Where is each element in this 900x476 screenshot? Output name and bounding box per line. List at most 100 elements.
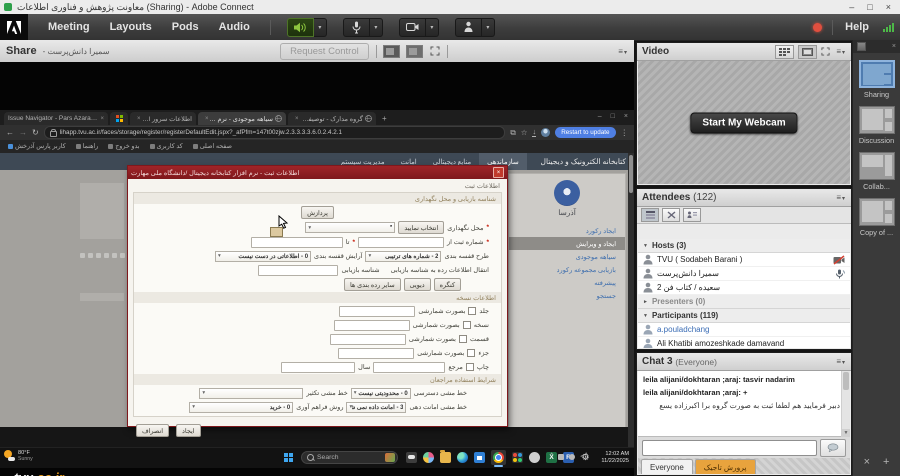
chrome-icon[interactable] xyxy=(493,452,504,463)
status-view-icon[interactable] xyxy=(683,208,701,222)
layout-thumbnail-collaboration[interactable] xyxy=(859,152,895,180)
menu-create-edit[interactable]: ایجاد و ویرایش xyxy=(509,237,625,250)
start-button-icon[interactable] xyxy=(284,453,293,462)
translate-icon[interactable]: ⧉ xyxy=(510,129,515,137)
menu-audio[interactable]: Audio xyxy=(219,21,250,33)
copy-policy-select[interactable]: ▾ xyxy=(199,388,303,399)
taskbar-clock[interactable]: 12:02 AM 11/22/2025 xyxy=(601,451,629,465)
close-icon[interactable]: × xyxy=(886,0,891,14)
browser-tab[interactable]: اطلاعات سرور portal× xyxy=(130,112,196,125)
microphone-dropdown-icon[interactable]: ▾ xyxy=(370,18,383,37)
year-input[interactable] xyxy=(281,362,355,373)
speaker-icon[interactable] xyxy=(287,18,314,37)
connection-signal-icon[interactable] xyxy=(883,23,894,32)
forward-icon[interactable]: → xyxy=(19,129,27,137)
file-explorer-icon[interactable] xyxy=(440,452,451,463)
colorful-app-icon[interactable] xyxy=(512,452,523,463)
tray-app-icon[interactable] xyxy=(558,454,564,460)
participants-section-header[interactable]: ▼ Participants (119) xyxy=(638,309,850,323)
tab-close-icon[interactable]: × xyxy=(205,116,209,122)
dialog-close-icon[interactable]: × xyxy=(493,167,504,178)
delete-layout-icon[interactable]: × xyxy=(864,456,870,468)
layout-thumbnail-copy[interactable] xyxy=(859,198,895,226)
browser-tab[interactable]: Issue Navigator - Pars Azarakh...× xyxy=(4,112,108,125)
help-menu[interactable]: Help xyxy=(845,21,869,33)
menu-inventory[interactable]: سیاهه موجودی xyxy=(509,250,625,263)
sidebar-close-icon[interactable]: × xyxy=(892,43,896,50)
location-select[interactable]: *▾ xyxy=(305,222,395,233)
filmstrip-view-icon[interactable] xyxy=(775,45,794,59)
share-pod-menu-icon[interactable]: ≡▾ xyxy=(618,47,628,56)
attendee-row[interactable]: سعیده / کتاب فن 2 xyxy=(638,281,850,295)
pinned-tab[interactable] xyxy=(110,112,128,125)
copy-input[interactable] xyxy=(334,320,410,331)
microphone-icon[interactable] xyxy=(343,18,370,37)
retrieval-id-input[interactable] xyxy=(258,265,338,276)
bookmark-item[interactable]: راهنما xyxy=(76,143,99,150)
copy-count-checkbox[interactable] xyxy=(463,321,471,329)
dewey-button[interactable]: دیویی xyxy=(404,278,431,291)
menu-layouts[interactable]: Layouts xyxy=(110,21,152,33)
webcam-icon[interactable] xyxy=(399,18,426,37)
layouts-panel-icon[interactable] xyxy=(857,42,866,51)
favorite-star-icon[interactable]: ☆ xyxy=(521,129,528,137)
shelf-plan-select[interactable]: 2 - شماره های ترتیبی▾ xyxy=(365,251,441,262)
url-text[interactable]: lihapp.tvu.ac.ir/faces/storage/register/… xyxy=(60,129,342,136)
start-webcam-button[interactable]: Start My Webcam xyxy=(690,112,797,133)
chat-scrollbar[interactable]: ▼ xyxy=(841,371,850,437)
browser-tab[interactable]: گروه مدارک - توصیفگر - حساب...× xyxy=(288,112,376,125)
breakout-view-icon[interactable] xyxy=(662,208,680,222)
tray-app-icon[interactable] xyxy=(569,454,575,460)
piece-count-checkbox[interactable] xyxy=(467,349,475,357)
send-message-button[interactable] xyxy=(820,439,846,457)
process-button[interactable]: پردازش xyxy=(301,206,334,219)
downloads-icon[interactable]: ↓ xyxy=(532,128,536,137)
volume-input[interactable] xyxy=(339,306,415,317)
browser-tab-active[interactable]: سیاهه موجودی - نرم افزار کتابخا...× xyxy=(198,112,286,125)
tab-close-icon[interactable]: × xyxy=(100,116,104,122)
acquisition-select[interactable]: 0 - خرید▾ xyxy=(189,402,293,413)
register-to-input[interactable] xyxy=(251,237,343,248)
menu-meeting[interactable]: Meeting xyxy=(48,21,90,33)
volume-count-checkbox[interactable] xyxy=(468,307,476,315)
add-layout-icon[interactable]: + xyxy=(883,456,889,468)
raise-hand-icon[interactable] xyxy=(455,18,482,37)
minimize-icon[interactable]: – xyxy=(598,113,602,120)
teams-chat-icon[interactable] xyxy=(406,452,417,463)
tab-close-icon[interactable]: × xyxy=(137,116,141,122)
tab-close-icon[interactable]: × xyxy=(295,116,299,122)
taskbar-weather[interactable]: 80°F Sunny xyxy=(4,450,33,462)
layout-thumbnail-discussion[interactable] xyxy=(859,106,895,134)
single-view-icon[interactable] xyxy=(798,45,817,59)
create-button[interactable]: ایجاد xyxy=(176,424,200,437)
bookmark-item[interactable]: کاربر پارس آذرخش xyxy=(8,143,66,150)
bookmark-item[interactable]: بدو خروج xyxy=(108,143,139,150)
part-count-checkbox[interactable] xyxy=(459,335,467,343)
close-icon[interactable]: × xyxy=(624,113,628,120)
attendees-pod-menu-icon[interactable]: ≡▾ xyxy=(836,193,846,202)
edge-icon[interactable] xyxy=(457,452,468,463)
gray-app-icon[interactable] xyxy=(529,452,540,463)
back-icon[interactable]: ← xyxy=(6,129,14,137)
speaker-dropdown-icon[interactable]: ▾ xyxy=(314,18,327,37)
register-from-input[interactable] xyxy=(358,237,444,248)
menu-retrieve-set[interactable]: بازیابی مجموعه رکورد xyxy=(509,263,625,276)
maximize-icon[interactable]: □ xyxy=(867,0,872,14)
reference-checkbox[interactable] xyxy=(466,363,474,371)
status-dropdown-icon[interactable]: ▾ xyxy=(482,18,495,37)
chat-tab-private[interactable]: پرورش تاجیک xyxy=(695,459,756,474)
layout-thumbnail-sharing[interactable] xyxy=(859,60,895,88)
cancel-button[interactable]: انصراف xyxy=(136,424,169,437)
chat-pod-menu-icon[interactable]: ≡▾ xyxy=(836,357,846,366)
share-view-icon[interactable] xyxy=(383,45,400,58)
fullscreen-icon[interactable] xyxy=(430,46,440,56)
shelf-order-select[interactable]: 0 - اطلاعاتی در دست نیست▾ xyxy=(215,251,311,262)
attendee-row[interactable]: a.pouladchang xyxy=(638,323,850,337)
request-control-button[interactable]: Request Control xyxy=(280,43,369,60)
browser-more-icon[interactable]: ⋮ xyxy=(621,129,629,137)
access-policy-select[interactable]: 0 - محدودیتی نیست▾ xyxy=(351,388,411,399)
tray-expand-icon[interactable]: ^ xyxy=(550,453,553,460)
video-fullscreen-icon[interactable] xyxy=(821,47,830,56)
store-icon[interactable] xyxy=(474,452,485,463)
attendee-row[interactable]: TVU ( Sodabeh Barani ) xyxy=(638,253,850,267)
